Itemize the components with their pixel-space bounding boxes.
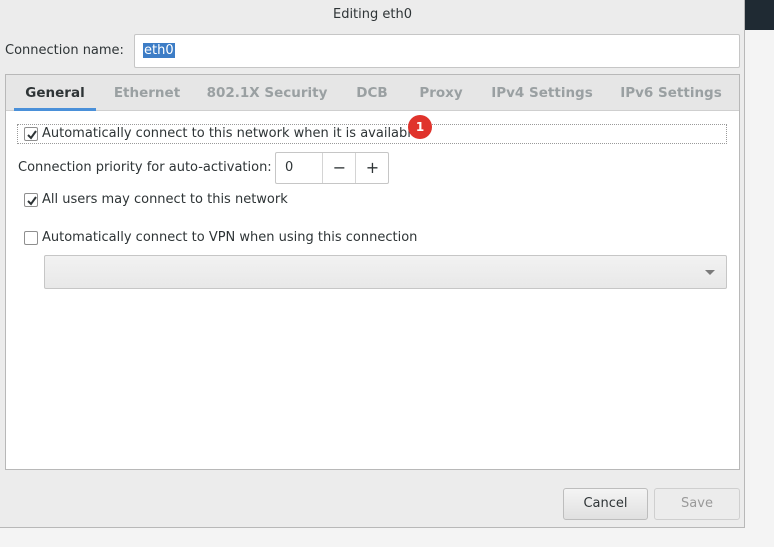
editing-dialog: Editing eth0 Connection name: eth0 Gener… (0, 0, 745, 528)
tab-ethernet[interactable]: Ethernet (106, 75, 188, 111)
background-right-strip (745, 30, 774, 547)
priority-value[interactable]: 0 (285, 153, 293, 183)
tab-ipv6-settings[interactable]: IPv6 Settings (613, 75, 729, 111)
connection-name-label: Connection name: (5, 43, 124, 58)
cancel-button[interactable]: Cancel (563, 488, 648, 520)
checkmark-icon (27, 130, 37, 140)
auto-vpn-label: Automatically connect to VPN when using … (42, 230, 418, 245)
vpn-select[interactable] (44, 255, 727, 289)
save-button[interactable]: Save (654, 488, 740, 520)
priority-decrement-button[interactable]: − (322, 153, 356, 183)
tab-bar: General Ethernet 802.1X Security DCB Pro… (6, 75, 739, 111)
tab-proxy[interactable]: Proxy (410, 75, 472, 111)
priority-increment-button[interactable]: + (355, 153, 389, 183)
auto-vpn-checkbox[interactable] (24, 231, 38, 245)
all-users-checkbox[interactable] (24, 193, 38, 207)
auto-connect-label: Automatically connect to this network wh… (42, 126, 419, 141)
priority-spinbutton[interactable]: 0 − + (275, 152, 389, 184)
tab-ipv4-settings[interactable]: IPv4 Settings (484, 75, 600, 111)
tab-8021x-security[interactable]: 802.1X Security (202, 75, 332, 111)
auto-connect-checkbox[interactable] (24, 127, 38, 141)
background-dark-area (745, 0, 774, 30)
dropdown-arrow-icon (705, 270, 715, 275)
step-badge: 1 (408, 115, 432, 139)
checkmark-icon (27, 196, 37, 206)
connection-name-value: eth0 (143, 43, 175, 58)
connection-name-input[interactable]: eth0 (134, 34, 740, 68)
all-users-label: All users may connect to this network (42, 192, 288, 207)
priority-label: Connection priority for auto-activation: (18, 160, 272, 175)
background-bottom-strip (0, 528, 774, 547)
tab-general[interactable]: General (14, 75, 96, 111)
tab-notebook: General Ethernet 802.1X Security DCB Pro… (5, 74, 740, 470)
tab-dcb[interactable]: DCB (346, 75, 398, 111)
dialog-title: Editing eth0 (332, 7, 412, 22)
